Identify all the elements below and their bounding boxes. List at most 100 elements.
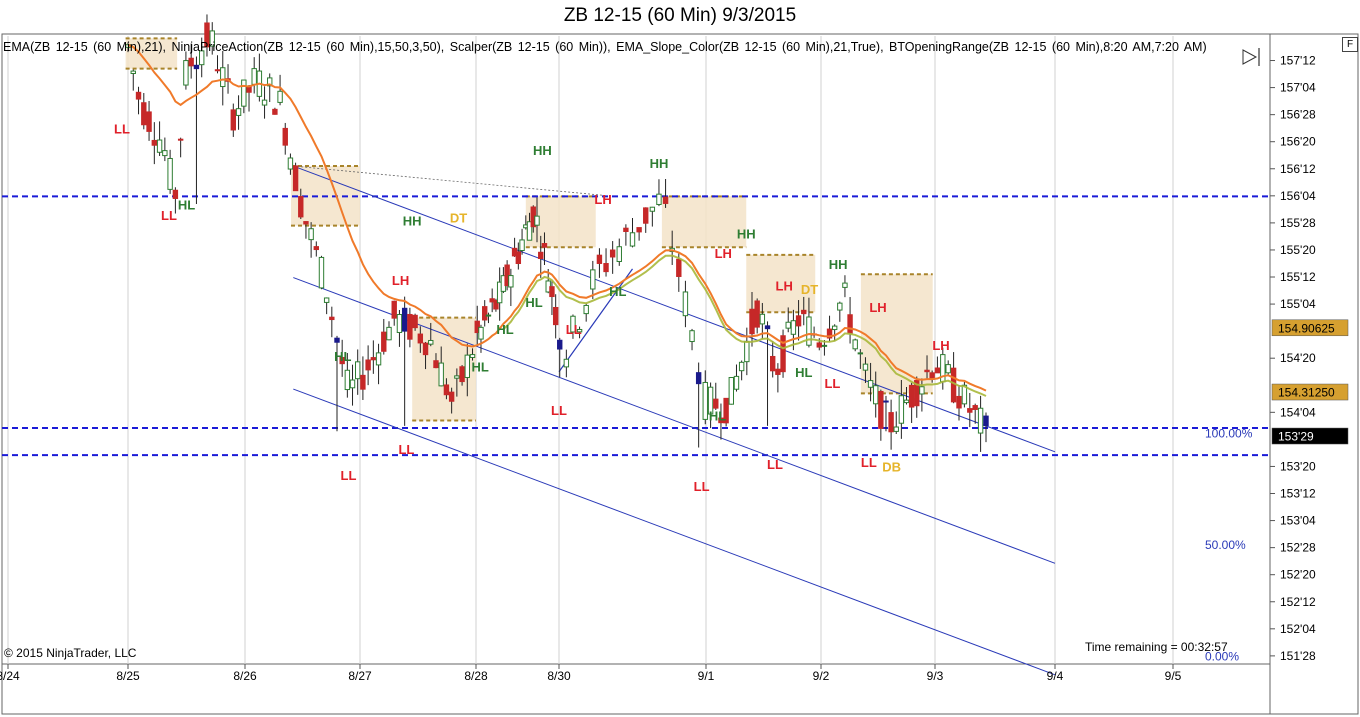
candle-body bbox=[386, 326, 392, 341]
candle-body bbox=[790, 320, 797, 335]
swing-label: HH bbox=[650, 156, 669, 171]
price-chart[interactable]: 100.00%50.00%0.00% LLLLHLLHHH DTHLLLLLHLH… bbox=[0, 0, 1360, 717]
swing-label: HH bbox=[737, 227, 756, 242]
candle-body bbox=[713, 398, 719, 409]
candle-body bbox=[590, 269, 596, 290]
swing-label: LH bbox=[594, 192, 611, 207]
candle-body bbox=[151, 139, 158, 146]
candle-body bbox=[130, 70, 136, 74]
candle-body bbox=[609, 249, 616, 258]
candle-body bbox=[945, 364, 951, 374]
candle-body bbox=[583, 304, 589, 315]
candle-body bbox=[282, 127, 288, 146]
candle-body bbox=[552, 306, 559, 326]
candle-body bbox=[459, 366, 465, 383]
candle-body bbox=[360, 374, 366, 390]
candle-body bbox=[847, 314, 853, 334]
y-tick-label: 155'28 bbox=[1280, 216, 1316, 230]
candle-body bbox=[629, 232, 636, 247]
y-tick-label: 155'12 bbox=[1280, 270, 1316, 284]
swing-label: LH bbox=[869, 300, 886, 315]
candle-body bbox=[230, 109, 237, 131]
candle-body bbox=[919, 386, 925, 395]
candle-body bbox=[888, 412, 894, 433]
fib-level-label: 50.00% bbox=[1205, 538, 1246, 552]
swing-label: HL bbox=[496, 322, 513, 337]
candle-body bbox=[867, 380, 874, 388]
swing-label: HL bbox=[709, 408, 726, 423]
time-remaining-text: Time remaining = 00:32:57 bbox=[1085, 640, 1228, 654]
swing-label: HL bbox=[178, 197, 195, 212]
candle-body bbox=[883, 400, 889, 403]
candle-body bbox=[381, 331, 387, 352]
candle-body bbox=[519, 239, 525, 252]
y-tick-label: 155'20 bbox=[1280, 243, 1316, 257]
candle-body bbox=[831, 325, 838, 331]
candle-body bbox=[983, 415, 989, 427]
swing-label: LL bbox=[161, 208, 177, 223]
candle-body bbox=[214, 69, 221, 72]
candle-body bbox=[821, 344, 828, 347]
y-tick-label: 152'20 bbox=[1280, 568, 1316, 582]
candle-body bbox=[903, 399, 910, 404]
x-tick-label: 8/30 bbox=[547, 669, 571, 683]
y-tick-label: 153'20 bbox=[1280, 459, 1316, 473]
candle-body bbox=[649, 206, 656, 212]
candle-body bbox=[733, 375, 740, 390]
x-tick-label: 8/27 bbox=[348, 669, 372, 683]
swing-label: DT bbox=[801, 282, 818, 297]
candle-body bbox=[308, 228, 314, 241]
candle-body bbox=[292, 165, 299, 192]
candle-body bbox=[596, 254, 603, 264]
candle-body bbox=[261, 99, 268, 106]
swing-label: LL bbox=[824, 376, 840, 391]
swing-label: HL bbox=[334, 349, 351, 364]
candle-body bbox=[478, 326, 484, 340]
candle-body bbox=[908, 384, 915, 408]
y-tick-label: 153'12 bbox=[1280, 487, 1316, 501]
swing-label: LH bbox=[932, 338, 949, 353]
candle-body bbox=[785, 321, 791, 329]
candle-body bbox=[541, 243, 548, 248]
y-tick-label: 153'04 bbox=[1280, 514, 1316, 528]
swing-labels: LLLLHLLHHH DTHLLLLLHLHLHHHLLLLLLHHHHLLLHL… bbox=[114, 122, 950, 494]
x-tick-label: 8/28 bbox=[464, 669, 488, 683]
candle-body bbox=[344, 369, 351, 391]
swing-label: LL bbox=[767, 457, 783, 472]
chart-frame bbox=[1, 33, 1359, 715]
candle-body bbox=[862, 363, 869, 371]
candle-body bbox=[193, 64, 200, 70]
candle-body bbox=[806, 316, 812, 346]
swing-label: HL bbox=[795, 365, 812, 380]
y-tick-label: 155'04 bbox=[1280, 297, 1316, 311]
candle-body bbox=[616, 246, 622, 262]
x-tick-label: 9/5 bbox=[1165, 669, 1182, 683]
candle-body bbox=[355, 361, 361, 380]
candle-body bbox=[695, 372, 702, 385]
candle-body bbox=[412, 314, 418, 329]
y-tick-label: 152'04 bbox=[1280, 622, 1316, 636]
candle-body bbox=[454, 375, 460, 379]
candle-body bbox=[878, 390, 884, 429]
flag-button[interactable]: F bbox=[1342, 37, 1358, 52]
candle-body bbox=[433, 360, 439, 369]
candle-body bbox=[448, 391, 455, 402]
candle-body bbox=[443, 384, 450, 396]
candle-body bbox=[852, 339, 858, 350]
candle-body bbox=[972, 405, 978, 410]
candle-body bbox=[842, 282, 848, 288]
candle-body bbox=[764, 325, 771, 330]
candle-body bbox=[538, 251, 544, 260]
candle-body bbox=[188, 57, 194, 67]
candle-body bbox=[623, 227, 629, 232]
candle-body bbox=[251, 68, 257, 85]
y-tick-label: 152'28 bbox=[1280, 541, 1316, 555]
range-box bbox=[860, 274, 933, 394]
candle-body bbox=[156, 139, 163, 153]
swing-label: LL bbox=[694, 479, 710, 494]
candle-body bbox=[643, 207, 649, 224]
candle-body bbox=[656, 193, 662, 205]
x-tick-label: 9/4 bbox=[1047, 669, 1064, 683]
swing-label: LL bbox=[861, 455, 877, 470]
candle-body bbox=[508, 275, 514, 288]
